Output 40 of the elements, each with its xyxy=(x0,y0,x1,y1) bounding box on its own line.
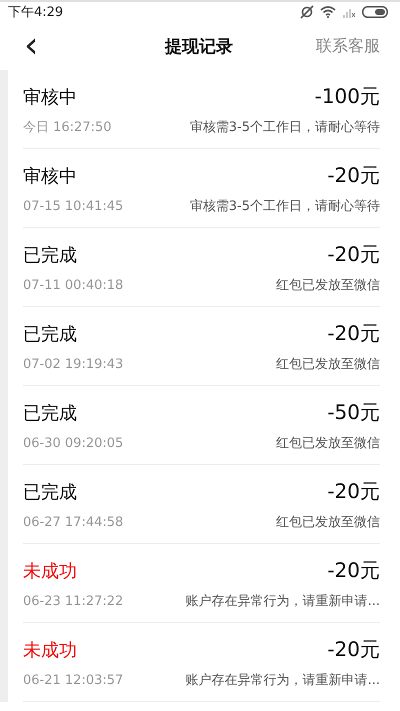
record-amount: -20元 xyxy=(327,556,380,584)
record-note: 审核需3-5个工作日，请耐心等待 xyxy=(190,118,380,136)
record-note: 审核需3-5个工作日，请耐心等待 xyxy=(190,198,380,214)
record-amount: -20元 xyxy=(327,162,380,188)
record-note: 红包已发放至微信 xyxy=(276,434,380,452)
wifi-icon xyxy=(320,6,336,18)
signal-icon xyxy=(342,6,356,18)
battery-icon xyxy=(362,6,388,18)
record-time: 06-21 12:03:57 xyxy=(23,672,124,688)
record-amount: -20元 xyxy=(327,478,380,504)
record-time: 07-11 00:40:18 xyxy=(23,278,124,292)
record-status: 未成功 xyxy=(23,560,77,582)
record-time: 06-23 11:27:22 xyxy=(23,594,124,608)
record-note: 红包已发放至微信 xyxy=(276,276,380,294)
record-time: 今日 16:27:50 xyxy=(23,118,112,136)
record-status: 已完成 xyxy=(23,480,77,504)
record-time: 06-27 17:44:58 xyxy=(23,514,124,530)
page-title: 提现记录 xyxy=(165,36,234,58)
record-amount: -20元 xyxy=(327,636,380,662)
contact-service-link[interactable]: 联系客服 xyxy=(316,36,380,56)
record-amount: -50元 xyxy=(327,398,380,426)
record-amount: -100元 xyxy=(314,82,380,110)
status-time: 下午4:29 xyxy=(8,4,64,21)
record-time: 06-30 09:20:05 xyxy=(23,436,124,450)
record-time: 07-02 19:19:43 xyxy=(23,356,124,372)
record-status: 已完成 xyxy=(23,402,77,424)
record-note: 账户存在异常行为，请重新申请... xyxy=(186,592,380,610)
record-status: 审核中 xyxy=(23,164,77,188)
back-button[interactable]: ‹ xyxy=(18,28,44,64)
record-amount: -20元 xyxy=(327,320,380,346)
record-status: 已完成 xyxy=(23,322,77,346)
record-status: 已完成 xyxy=(23,244,77,266)
record-status: 审核中 xyxy=(23,86,77,108)
record-note: 红包已发放至微信 xyxy=(276,514,380,530)
alarm-off-icon xyxy=(300,5,314,19)
record-note: 红包已发放至微信 xyxy=(276,356,380,372)
record-status: 未成功 xyxy=(23,638,77,662)
record-note: 账户存在异常行为，请重新申请... xyxy=(186,672,380,688)
record-amount: -20元 xyxy=(327,240,380,268)
record-time: 07-15 10:41:45 xyxy=(23,198,124,214)
